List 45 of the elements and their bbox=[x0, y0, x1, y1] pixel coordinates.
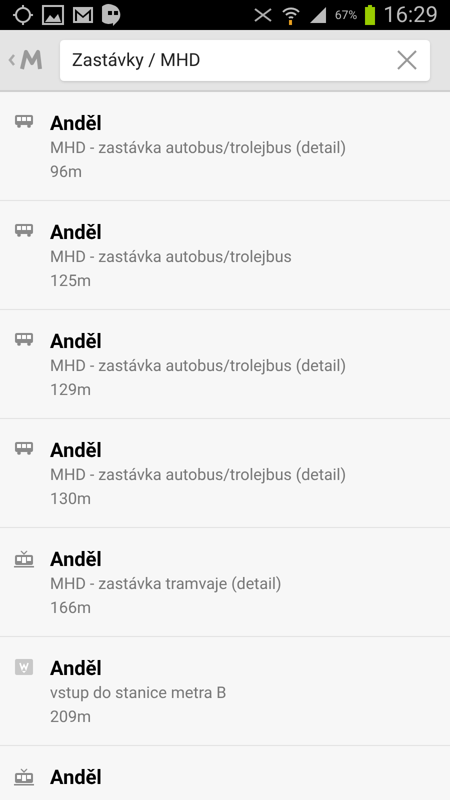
stop-name: Anděl bbox=[50, 546, 103, 572]
battery-icon bbox=[365, 5, 376, 25]
clock: 16:29 bbox=[383, 2, 438, 30]
stop-name: Anděl bbox=[50, 219, 103, 245]
close-icon bbox=[396, 49, 418, 71]
tram-icon bbox=[14, 768, 34, 786]
search-bar[interactable]: Zastávky / MHD bbox=[60, 40, 430, 80]
result-item[interactable]: Anděl MHD - zastávka autobus/trolejbus (detail) 96m bbox=[0, 92, 450, 201]
mute-icon bbox=[252, 7, 273, 23]
stop-description: MHD - zastávka tramvaje (detail) bbox=[50, 573, 282, 595]
stop-description: MHD - zastávka autobus/trolejbus (detail) bbox=[50, 464, 346, 486]
result-item[interactable]: Anděl vstup do stanice metra B 209m bbox=[0, 637, 450, 746]
bus-icon bbox=[14, 114, 34, 128]
signal-icon bbox=[308, 6, 327, 24]
stop-name: Anděl bbox=[50, 437, 103, 463]
image-icon bbox=[42, 5, 64, 25]
stop-description: MHD - zastávka autobus/trolejbus (detail) bbox=[50, 355, 346, 377]
result-item[interactable]: Anděl MHD - zastávka tramvaje (detail) 166m bbox=[0, 528, 450, 637]
metro-icon bbox=[15, 659, 33, 675]
stop-name: Anděl bbox=[50, 328, 103, 354]
result-item[interactable]: Anděl MHD - zastávka autobus/trolejbus (detail) 130m bbox=[0, 419, 450, 528]
distance: 96m bbox=[50, 161, 84, 183]
bus-icon bbox=[14, 441, 34, 455]
search-field[interactable]: Zastávky / MHD bbox=[72, 46, 392, 74]
stop-name: Anděl bbox=[50, 655, 103, 681]
distance: 209m bbox=[50, 706, 92, 728]
bus-icon bbox=[14, 332, 34, 346]
stop-name: Anděl bbox=[50, 764, 102, 790]
mail-icon bbox=[72, 6, 94, 24]
result-item[interactable]: Anděl MHD - zastávka autobus/trolejbus 125m bbox=[0, 201, 450, 310]
stop-description: MHD - zastávka autobus/trolejbus (detail) bbox=[50, 137, 346, 159]
wifi-icon bbox=[280, 5, 301, 25]
gps-icon bbox=[12, 4, 34, 26]
stop-name: Anděl bbox=[50, 110, 103, 136]
result-item[interactable]: Anděl bbox=[0, 746, 450, 800]
tram-icon bbox=[14, 550, 34, 568]
bus-icon bbox=[14, 223, 34, 237]
stop-description: vstup do stanice metra B bbox=[50, 682, 226, 704]
battery-percent: 67% bbox=[334, 7, 358, 24]
distance: 125m bbox=[50, 270, 92, 292]
distance: 130m bbox=[50, 488, 92, 510]
distance: 166m bbox=[50, 597, 92, 619]
stop-description: MHD - zastávka autobus/trolejbus bbox=[50, 246, 292, 268]
distance: 129m bbox=[50, 379, 92, 401]
result-item[interactable]: Anděl MHD - zastávka autobus/trolejbus (detail) 129m bbox=[0, 310, 450, 419]
